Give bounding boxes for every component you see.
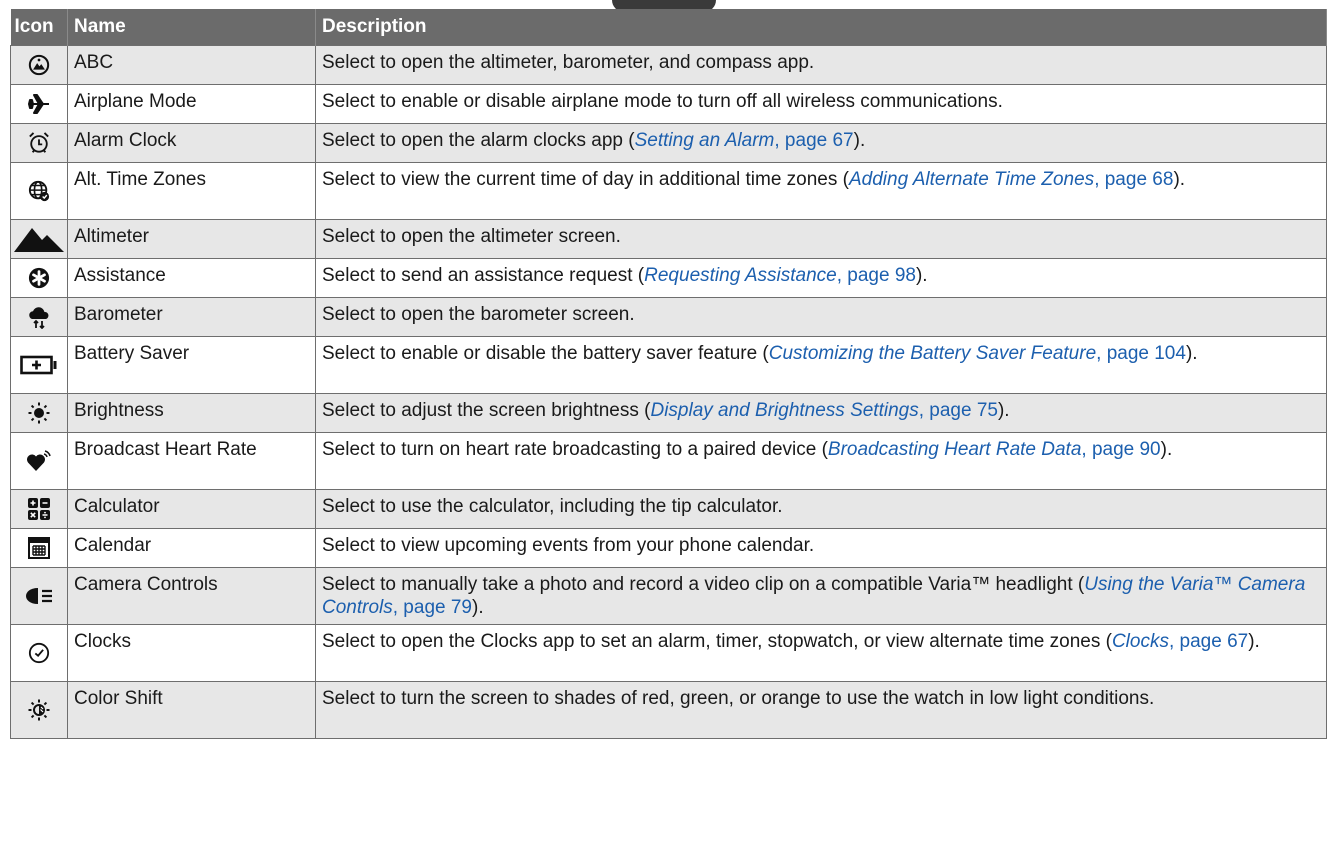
row-name: Battery Saver [67, 336, 316, 394]
table-row: Alarm Clock Select to open the alarm clo… [10, 123, 1327, 163]
page-reference-link[interactable]: , page 90 [1081, 439, 1160, 460]
table-row: Calendar Select to view upcoming events … [10, 528, 1327, 568]
row-name: Airplane Mode [67, 84, 316, 124]
row-description: Select to turn the screen to shades of r… [315, 681, 1327, 739]
page-reference-link[interactable]: , page 75 [919, 400, 998, 421]
row-description: Select to view upcoming events from your… [315, 528, 1327, 568]
table-row: Battery Saver Select to enable or disabl… [10, 336, 1327, 394]
icon-cell [10, 528, 68, 568]
header-icon: Icon [10, 9, 68, 46]
row-description: Select to open the alarm clocks app (Set… [315, 123, 1327, 163]
table-row: Broadcast Heart Rate Select to turn on h… [10, 432, 1327, 490]
globe-clock-icon [28, 180, 50, 202]
table-row: ABC Select to open the altimeter, barome… [10, 45, 1327, 85]
table-row: Alt. Time Zones Select to view the curre… [10, 162, 1327, 220]
icon-cell [10, 84, 68, 124]
cross-reference-link[interactable]: Requesting Assistance [644, 265, 837, 286]
icon-cell [10, 162, 68, 220]
brightness-sun-icon [28, 402, 50, 424]
row-description: Select to enable or disable the battery … [315, 336, 1327, 394]
row-name: Altimeter [67, 219, 316, 259]
page-reference-link[interactable]: , page 104 [1096, 343, 1186, 364]
cross-reference-link[interactable]: Clocks [1112, 631, 1169, 652]
icon-cell [10, 219, 68, 259]
table-header-row: Icon Name Description [10, 9, 1327, 46]
row-name: Calculator [67, 489, 316, 529]
row-description: Select to send an assistance request (Re… [315, 258, 1327, 298]
row-name: Broadcast Heart Rate [67, 432, 316, 490]
headlight-camera-icon [26, 588, 52, 604]
icon-cell [10, 681, 68, 739]
row-description: Select to view the current time of day i… [315, 162, 1327, 220]
altimeter-barometer-compass-icon [28, 54, 50, 76]
icon-cell [10, 432, 68, 490]
row-name: Alarm Clock [67, 123, 316, 163]
table-row: Airplane Mode Select to enable or disabl… [10, 84, 1327, 124]
row-name: Assistance [67, 258, 316, 298]
cross-reference-link[interactable]: Display and Brightness Settings [650, 400, 918, 421]
table-row: Altimeter Select to open the altimeter s… [10, 219, 1327, 259]
row-name: Brightness [67, 393, 316, 433]
assistance-icon [28, 267, 50, 289]
row-name: ABC [67, 45, 316, 85]
calendar-icon [28, 537, 50, 559]
table-row: Color Shift Select to turn the screen to… [10, 681, 1327, 739]
table-row: Calculator Select to use the calculator,… [10, 489, 1327, 529]
clock-icon [28, 642, 50, 664]
table-row: Brightness Select to adjust the screen b… [10, 393, 1327, 433]
battery-plus-icon [20, 355, 57, 375]
row-name: Color Shift [67, 681, 316, 739]
icon-cell [10, 45, 68, 85]
color-shift-icon [28, 699, 50, 721]
airplane-icon [28, 94, 49, 114]
header-name: Name [67, 9, 316, 46]
table-row: Camera Controls Select to manually take … [10, 567, 1327, 625]
alarm-clock-icon [29, 132, 49, 153]
table-row: Barometer Select to open the barometer s… [10, 297, 1327, 337]
cross-reference-link[interactable]: Customizing the Battery Saver Feature [769, 343, 1096, 364]
calculator-icon [28, 498, 50, 520]
row-name: Camera Controls [67, 567, 316, 625]
icon-cell [10, 297, 68, 337]
icon-cell [10, 567, 68, 625]
row-name: Calendar [67, 528, 316, 568]
icon-cell [10, 489, 68, 529]
row-description: Select to open the altimeter screen. [315, 219, 1327, 259]
row-description: Select to enable or disable airplane mod… [315, 84, 1327, 124]
page-reference-link[interactable]: , page 79 [393, 597, 472, 618]
heart-broadcast-icon [27, 450, 51, 471]
row-description: Select to open the Clocks app to set an … [315, 624, 1327, 682]
cloud-arrows-icon [29, 307, 49, 329]
page-reference-link[interactable]: , page 98 [837, 265, 916, 286]
table-row: Clocks Select to open the Clocks app to … [10, 624, 1327, 682]
cross-reference-link[interactable]: Setting an Alarm [635, 130, 775, 151]
icon-cell [10, 624, 68, 682]
page-reference-link[interactable]: , page 68 [1094, 169, 1173, 190]
cross-reference-link[interactable]: Broadcasting Heart Rate Data [828, 439, 1081, 460]
icon-cell [10, 393, 68, 433]
icon-cell [10, 258, 68, 298]
icon-cell [10, 123, 68, 163]
row-description: Select to open the barometer screen. [315, 297, 1327, 337]
page-reference-link[interactable]: , page 67 [774, 130, 853, 151]
row-name: Barometer [67, 297, 316, 337]
row-description: Select to use the calculator, including … [315, 489, 1327, 529]
row-description: Select to open the altimeter, barometer,… [315, 45, 1327, 85]
row-description: Select to turn on heart rate broadcastin… [315, 432, 1327, 490]
page-reference-link[interactable]: , page 67 [1169, 631, 1248, 652]
row-description: Select to adjust the screen brightness (… [315, 393, 1327, 433]
controls-icon-table: Icon Name Description ABC Select to open… [10, 9, 1327, 739]
header-description: Description [315, 9, 1327, 46]
row-description: Select to manually take a photo and reco… [315, 567, 1327, 625]
cross-reference-link[interactable]: Adding Alternate Time Zones [849, 169, 1094, 190]
row-name: Clocks [67, 624, 316, 682]
table-row: Assistance Select to send an assistance … [10, 258, 1327, 298]
row-name: Alt. Time Zones [67, 162, 316, 220]
icon-cell [10, 336, 68, 394]
mountain-icon [14, 228, 64, 252]
